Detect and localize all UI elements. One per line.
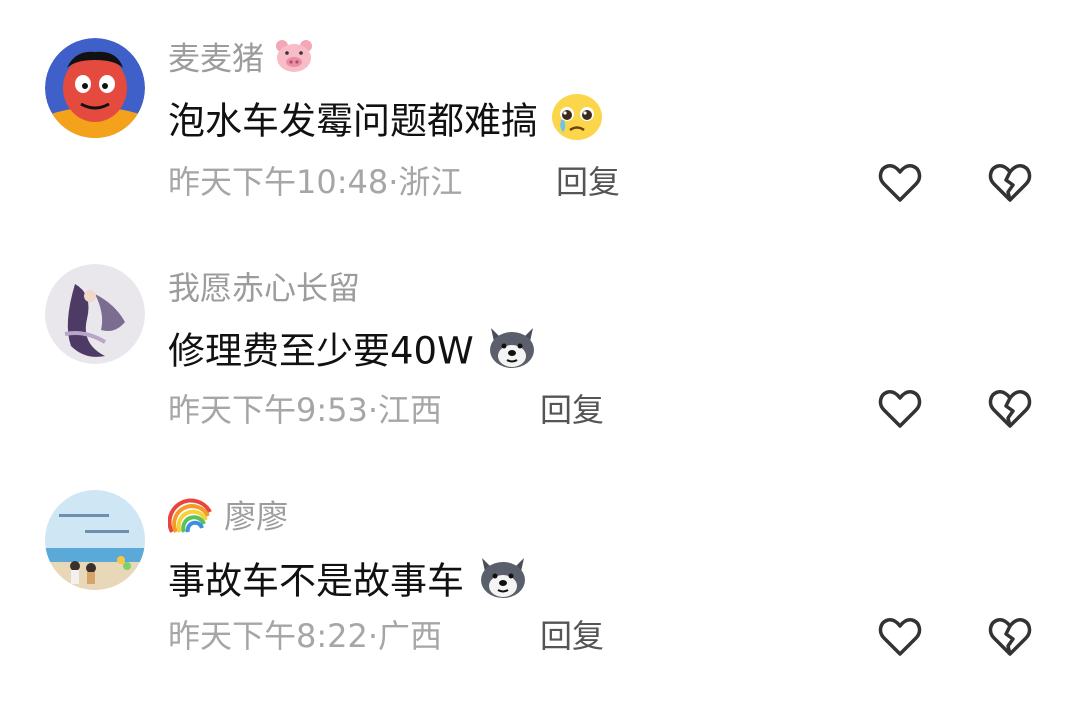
avatar[interactable] — [45, 38, 145, 138]
heart-outline-icon — [878, 618, 922, 656]
comment-text: 泡水车发霉问题都难搞 — [168, 92, 604, 154]
comment-item: 廖廖 事故车不是故事车 昨天下午8:22·广西 回复 — [0, 490, 1080, 720]
comment-text-body: 泡水车发霉问题都难搞 — [168, 99, 538, 143]
reply-button[interactable]: 回复 — [540, 616, 604, 656]
pleading-face-icon — [550, 92, 604, 154]
comment-item: 麦麦猪 泡水车发霉问题都难搞 昨天下午10:48·浙江 回复 — [0, 38, 1080, 268]
username-text[interactable]: 麦麦猪 — [168, 40, 264, 78]
dislike-button[interactable] — [986, 612, 1034, 660]
like-button[interactable] — [876, 158, 924, 206]
comment-text-body: 修理费至少要40W — [168, 329, 474, 373]
comment-meta: 昨天下午8:22·广西 — [168, 616, 442, 656]
username-text[interactable]: 我愿赤心长留 — [168, 269, 360, 307]
dislike-button[interactable] — [986, 384, 1034, 432]
like-button[interactable] — [876, 612, 924, 660]
username[interactable]: 麦麦猪 — [168, 38, 314, 83]
comment-text-body: 事故车不是故事车 — [168, 559, 464, 603]
heart-outline-icon — [878, 164, 922, 202]
timestamp: 昨天下午9:53 — [168, 391, 368, 429]
comment-meta: 昨天下午10:48·浙江 — [168, 162, 462, 202]
avatar[interactable] — [45, 490, 145, 590]
comment-text: 修理费至少要40W — [168, 322, 539, 384]
pig-face-icon — [274, 38, 314, 83]
comment-text: 事故车不是故事车 — [168, 552, 530, 614]
heart-outline-icon — [878, 390, 922, 428]
broken-heart-outline-icon — [988, 618, 1032, 656]
location: 浙江 — [398, 163, 463, 201]
username[interactable]: 我愿赤心长留 — [168, 268, 360, 308]
location: 广西 — [378, 617, 443, 655]
location: 江西 — [378, 391, 443, 429]
comment-item: 我愿赤心长留 修理费至少要40W 昨天下午9:53·江西 回复 — [0, 264, 1080, 494]
meta-separator: · — [367, 617, 379, 655]
avatar[interactable] — [45, 264, 145, 364]
reply-button[interactable]: 回复 — [540, 390, 604, 430]
reply-button[interactable]: 回复 — [556, 162, 620, 202]
username-text[interactable]: 廖廖 — [224, 498, 288, 536]
dislike-button[interactable] — [986, 158, 1034, 206]
dog-face-icon — [485, 322, 539, 384]
timestamp: 昨天下午8:22 — [168, 617, 368, 655]
timestamp: 昨天下午10:48 — [168, 163, 389, 201]
username[interactable]: 廖廖 — [167, 494, 288, 543]
comment-meta: 昨天下午9:53·江西 — [168, 390, 442, 430]
dog-face-icon — [476, 552, 530, 614]
meta-separator: · — [367, 391, 379, 429]
broken-heart-outline-icon — [988, 164, 1032, 202]
meta-separator: · — [388, 163, 399, 201]
rainbow-icon — [167, 494, 214, 543]
like-button[interactable] — [876, 384, 924, 432]
broken-heart-outline-icon — [988, 390, 1032, 428]
